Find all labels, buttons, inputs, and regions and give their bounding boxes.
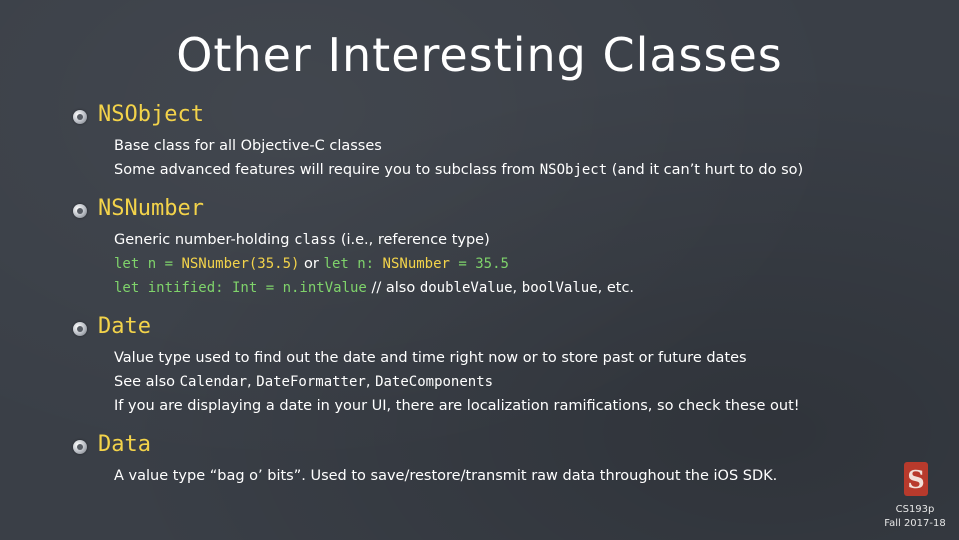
course-term: Fall 2017-18: [884, 518, 946, 529]
code-span: NSNumber(35.5): [181, 256, 300, 272]
stanford-logo-icon: S: [904, 462, 928, 496]
slide-title: Other Interesting Classes: [176, 28, 783, 82]
text-span: // also: [366, 280, 420, 296]
text-span: (and it can’t hurt to do so): [607, 162, 804, 178]
text-span: Value type used to find out the date and…: [114, 350, 747, 366]
section-heading: NSObject: [98, 102, 204, 127]
stanford-logo: S: [896, 462, 936, 496]
text-span: See also: [114, 374, 180, 390]
text-span: Some advanced features will require you …: [114, 162, 540, 178]
body-line: let n = NSNumber(35.5) or let n: NSNumbe…: [114, 256, 509, 272]
body-line: A value type “bag o’ bits”. Used to save…: [114, 468, 777, 484]
code-span: let intified: Int = n.intValue: [114, 280, 367, 296]
text-span: (i.e., reference type): [336, 232, 490, 248]
body-line: Some advanced features will require you …: [114, 162, 803, 178]
bullet-icon: [73, 440, 87, 454]
bullet-icon: [73, 204, 87, 218]
body-line: Generic number-holding class (i.e., refe…: [114, 232, 490, 248]
code-span: let n:: [323, 256, 383, 272]
code-span: let n =: [114, 256, 182, 272]
code-span: doubleValue: [419, 280, 513, 296]
text-span: , etc.: [597, 280, 635, 296]
text-span: Generic number-holding: [114, 232, 295, 248]
course-label: CS193p Fall 2017-18: [880, 503, 950, 531]
code-span: = 35.5: [449, 256, 509, 272]
bullet-icon: [73, 110, 87, 124]
section-heading: Data: [98, 432, 151, 457]
text-span: A value type “bag o’ bits”. Used to save…: [114, 468, 778, 484]
code-span: boolValue: [521, 280, 598, 296]
body-line: let intified: Int = n.intValue // also d…: [114, 280, 634, 296]
section-heading: NSNumber: [98, 196, 204, 221]
section-heading: Date: [98, 314, 151, 339]
text-span: ,: [247, 374, 257, 390]
code-span: NSNumber: [382, 256, 450, 272]
code-span: DateFormatter: [256, 374, 366, 390]
course-code: CS193p: [895, 504, 935, 515]
body-line: Base class for all Objective-C classes: [114, 138, 382, 154]
body-line: If you are displaying a date in your UI,…: [114, 398, 800, 414]
code-span: Calendar: [179, 374, 248, 390]
code-span: class: [294, 232, 337, 248]
text-span: ,: [365, 374, 376, 390]
bullet-icon: [73, 322, 87, 336]
body-line: See also Calendar, DateFormatter, DateCo…: [114, 374, 493, 390]
text-span: If you are displaying a date in your UI,…: [114, 398, 800, 414]
code-span: DateComponents: [375, 374, 494, 390]
text-span: Base class for all Objective-C classes: [114, 138, 382, 154]
text-span: ,: [512, 280, 522, 296]
code-span: NSObject: [539, 162, 608, 178]
text-span: or: [299, 256, 324, 272]
body-line: Value type used to find out the date and…: [114, 350, 747, 366]
